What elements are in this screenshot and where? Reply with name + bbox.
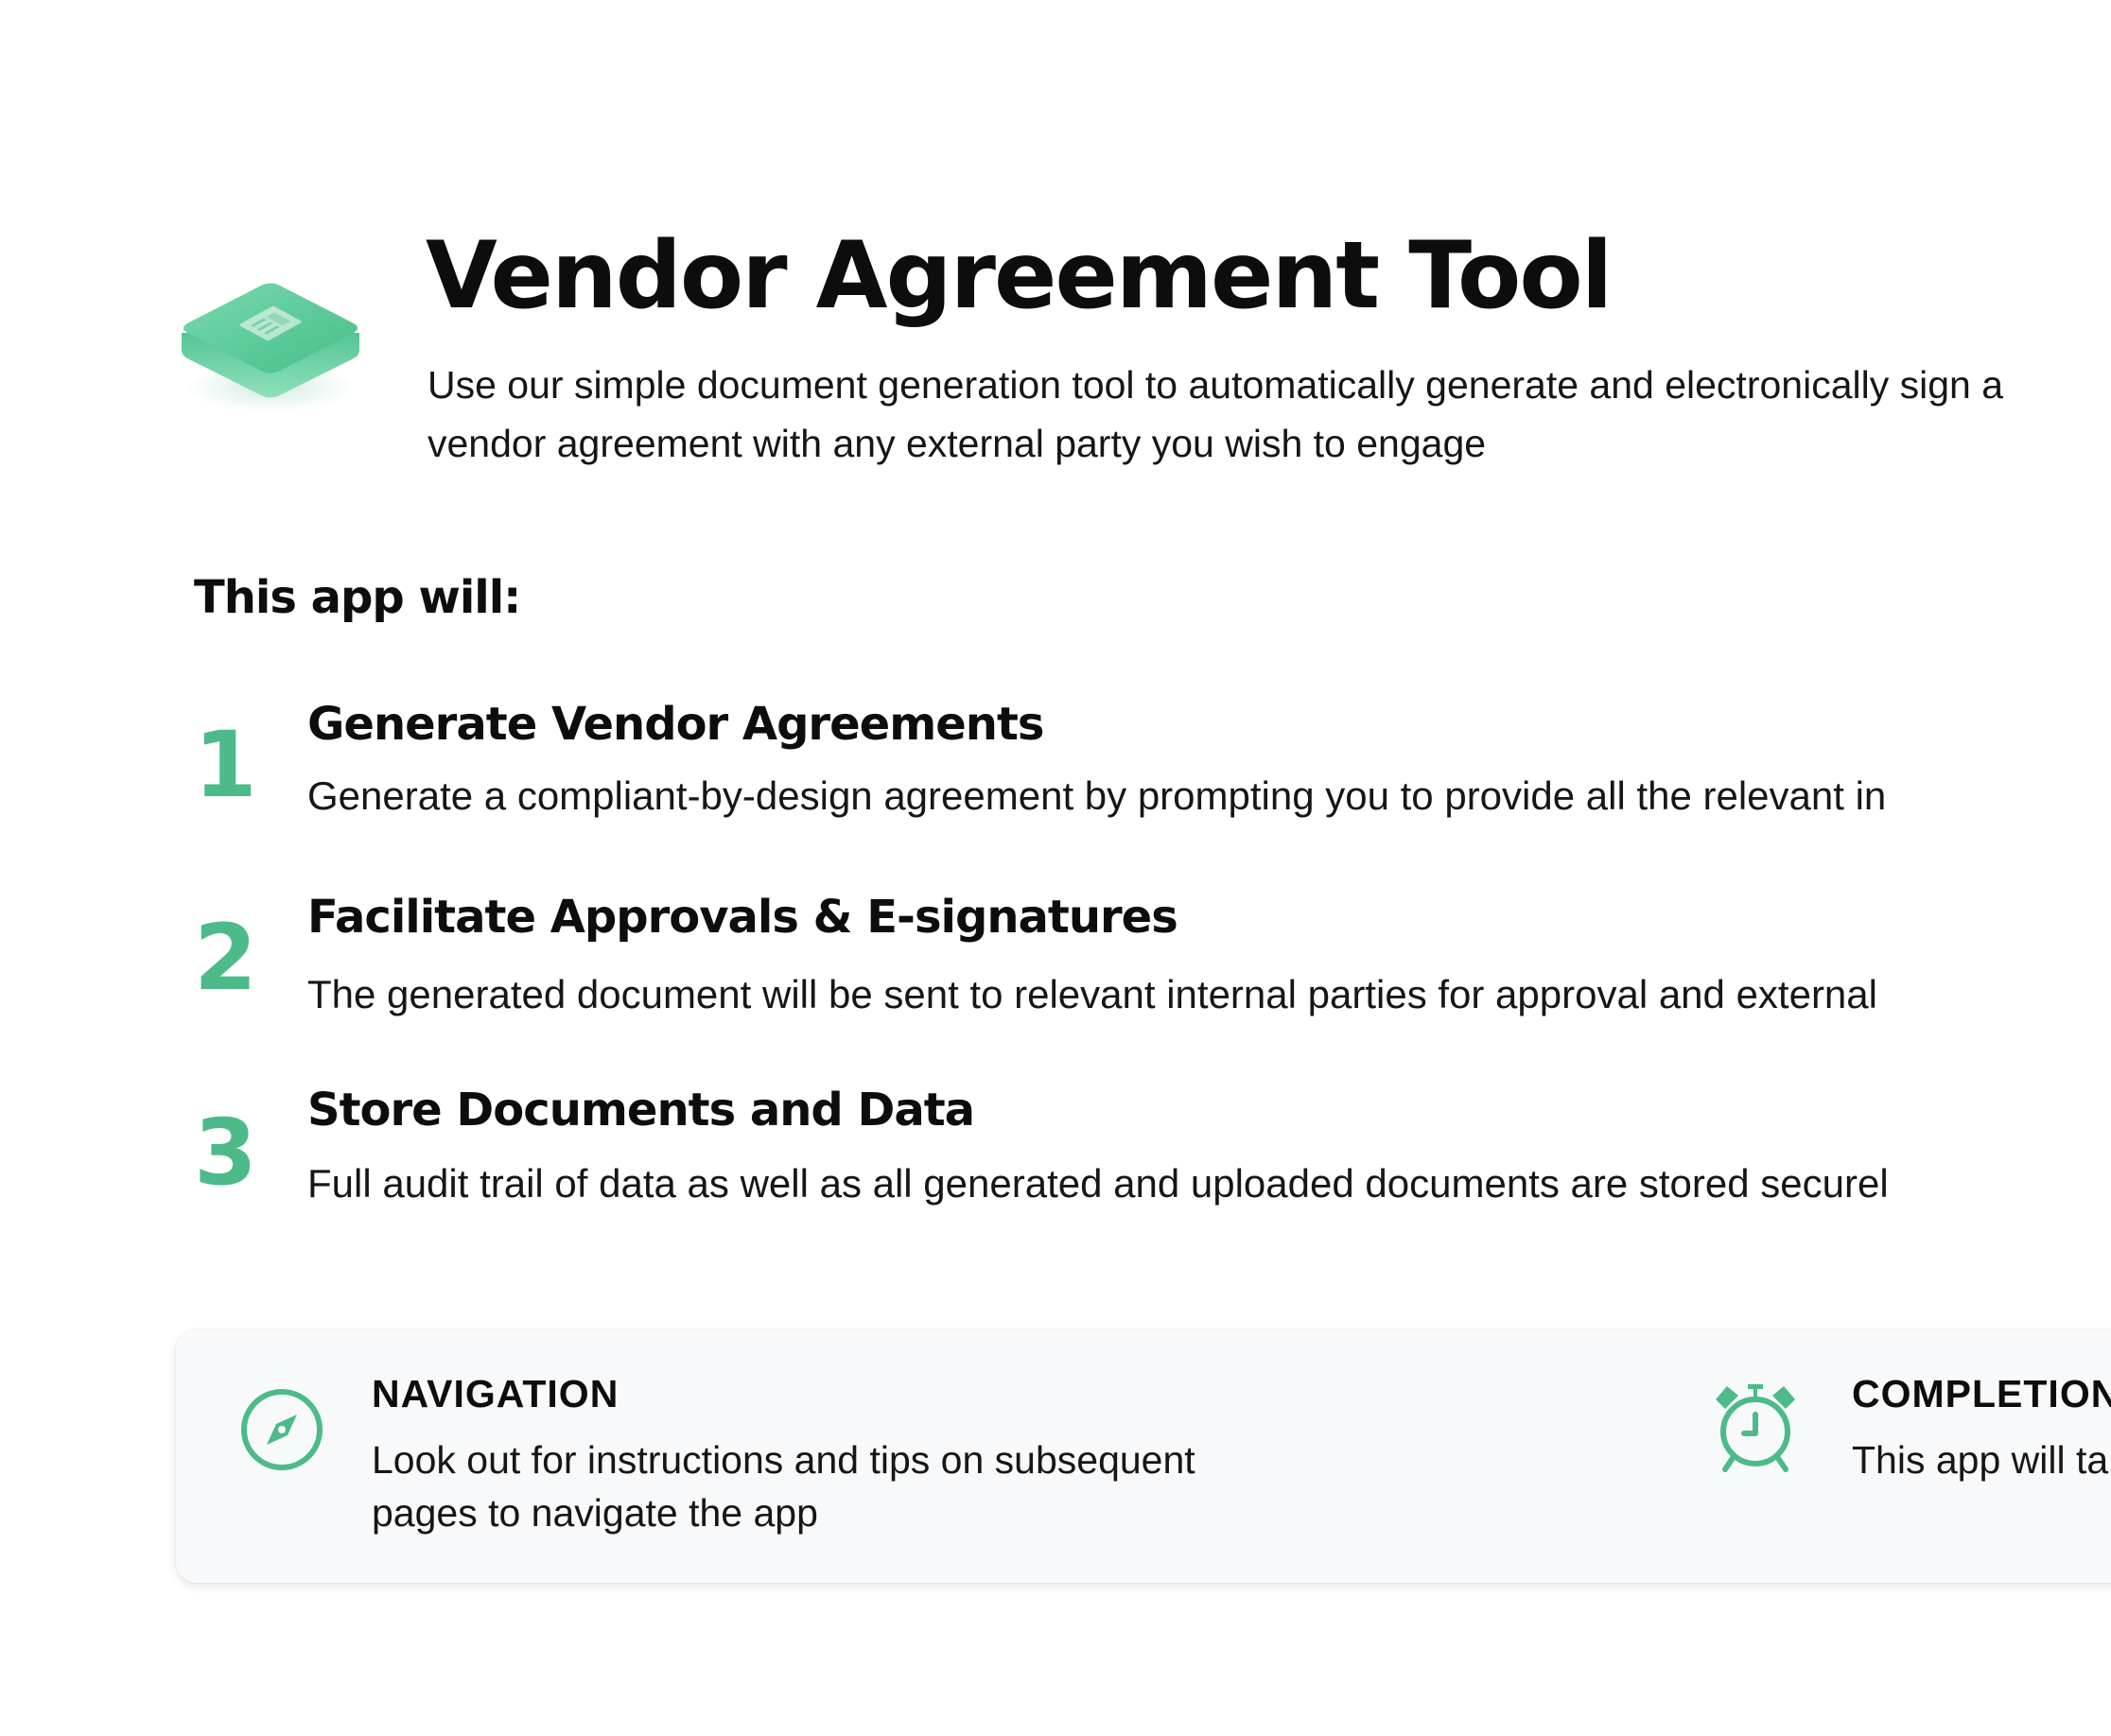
navigation-description: Look out for instructions and tips on su… [372,1438,1195,1535]
step-number: 3 [194,1100,257,1206]
step-1: 1 Generate Vendor Agreements Generate a … [0,694,2111,864]
step-title: Generate Vendor Agreements [307,698,1044,751]
document-tile-icon [178,265,363,416]
completion-description: This app will ta [1852,1438,2109,1482]
step-number: 1 [194,712,257,818]
alarm-clock-icon [1710,1379,1801,1472]
step-description: Full audit trail of data as well as all … [307,1161,1889,1206]
step-title: Facilitate Approvals & E-signatures [307,891,1178,944]
step-description: Generate a compliant-by-design agreement… [307,773,1887,818]
step-number: 2 [194,905,257,1011]
section-heading: This app will: [194,571,521,624]
page-subtitle: Use our simple document generation tool … [427,363,2004,465]
step-2: 2 Facilitate Approvals & E-signatures Th… [0,887,2111,1057]
completion-title: COMPLETION [1852,1372,2111,1415]
navigation-title: NAVIGATION [372,1372,619,1415]
step-description: The generated document will be sent to r… [307,972,1877,1016]
intro-page: Vendor Agreement Tool Use our simple doc… [0,0,2111,1736]
step-title: Store Documents and Data [307,1084,975,1137]
compass-icon [236,1384,327,1475]
page-title: Vendor Agreement Tool [426,222,1613,330]
info-card: NAVIGATION Look out for instructions and… [176,1329,2111,1583]
step-3: 3 Store Documents and Data Full audit tr… [0,1080,2111,1250]
